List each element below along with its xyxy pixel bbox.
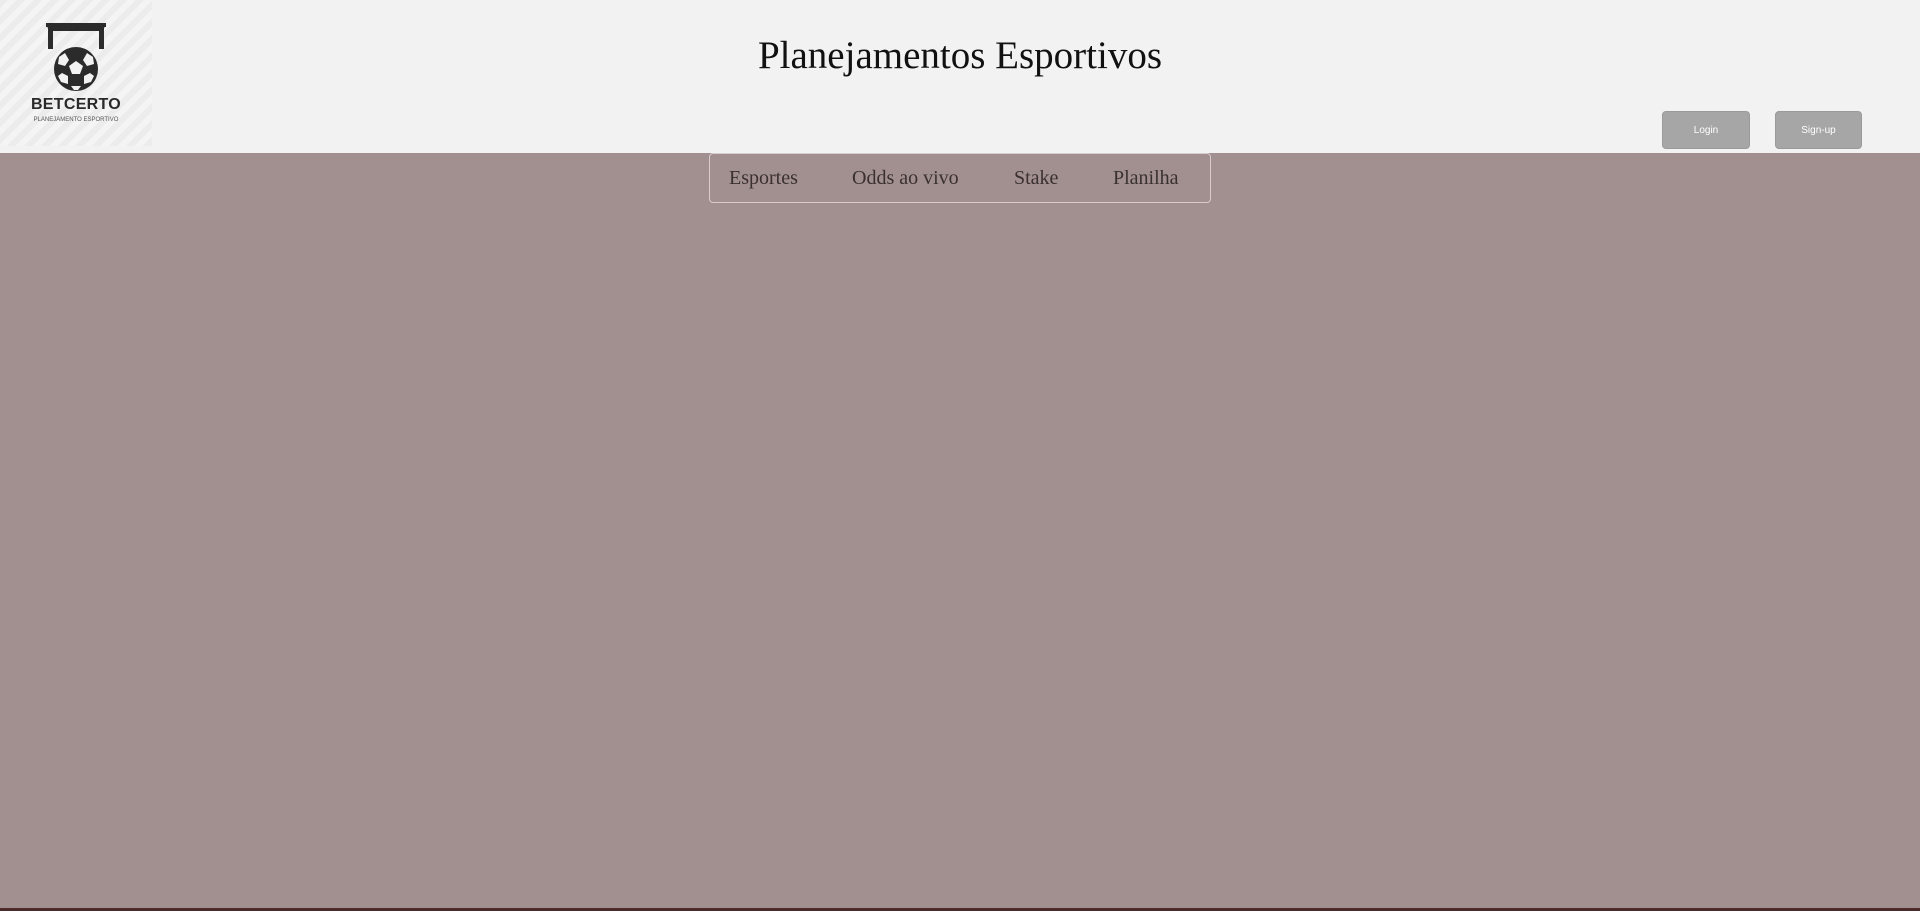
- signup-button[interactable]: Sign-up: [1775, 111, 1862, 149]
- logo[interactable]: BETCERTO PLANEJAMENTO ESPORTIVO: [0, 0, 152, 146]
- nav-item-planilha[interactable]: Planilha: [1113, 154, 1179, 202]
- nav-item-stake[interactable]: Stake: [1014, 154, 1058, 202]
- logo-tagline: PLANEJAMENTO ESPORTIVO: [33, 117, 119, 123]
- nav-item-esportes[interactable]: Esportes: [729, 154, 798, 202]
- logo-wordmark: BETCERTO: [30, 96, 122, 113]
- main-nav: Esportes Odds ao vivo Stake Planilha: [709, 153, 1211, 203]
- site-header: BETCERTO PLANEJAMENTO ESPORTIVO Planejam…: [0, 0, 1920, 153]
- page-title: Planejamentos Esportivos: [757, 34, 1163, 77]
- login-button[interactable]: Login: [1662, 111, 1750, 149]
- soccer-goal-ball-icon: [46, 23, 106, 91]
- nav-item-odds-ao-vivo[interactable]: Odds ao vivo: [852, 154, 959, 202]
